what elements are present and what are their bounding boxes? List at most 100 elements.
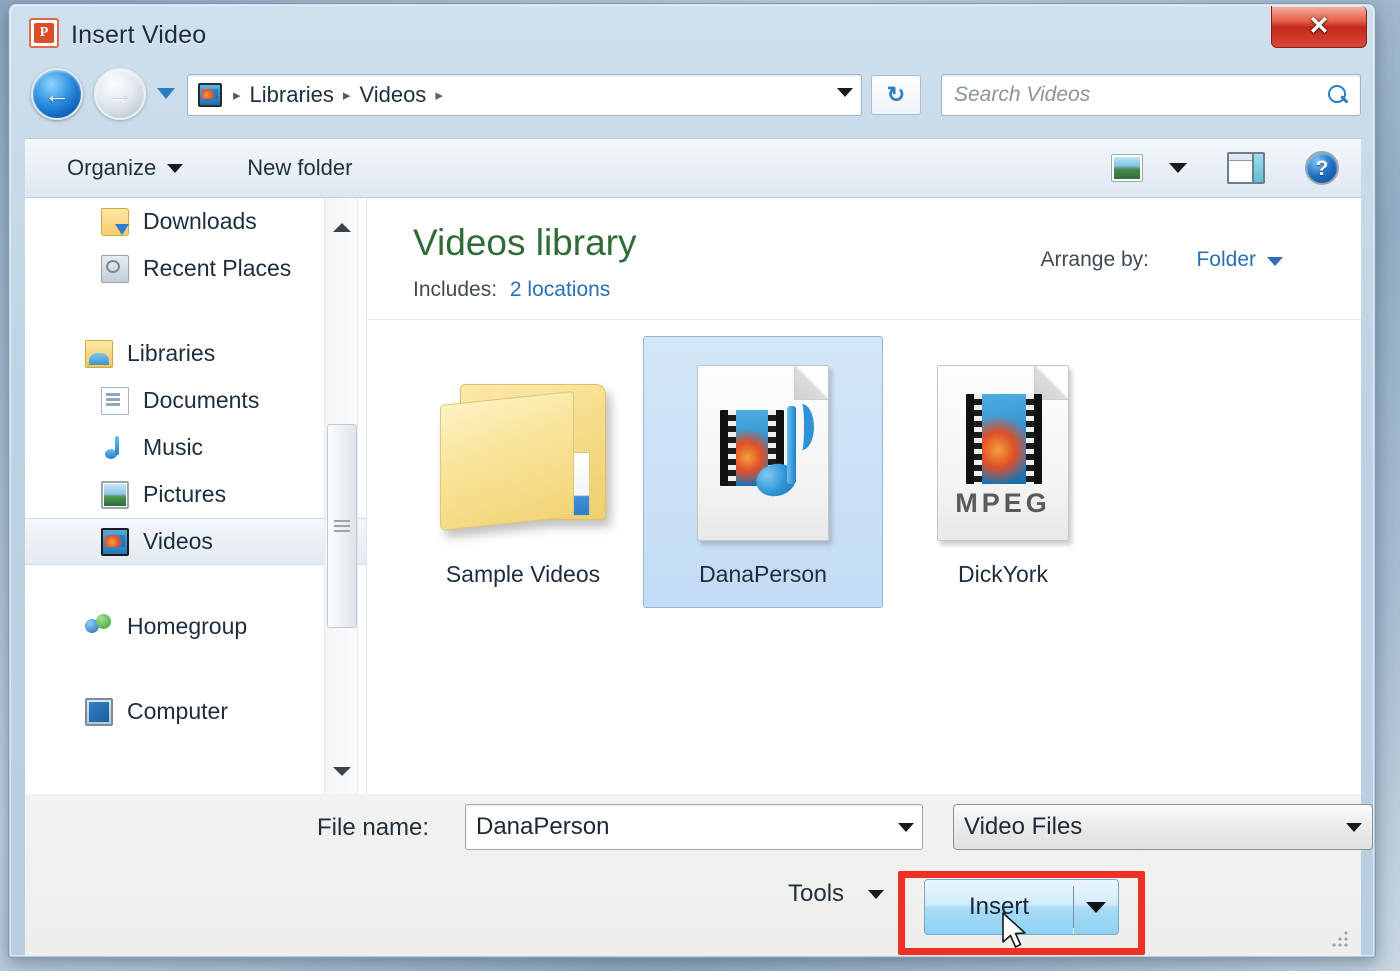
filename-input[interactable] bbox=[474, 812, 892, 842]
insert-button-main[interactable]: Insert bbox=[925, 880, 1073, 934]
mpeg-file-icon: MPEG bbox=[937, 365, 1069, 541]
film-strip-icon bbox=[966, 394, 1042, 484]
address-bar-row: ← → ▸ Libraries ▸ Videos ▸ ↻ bbox=[9, 62, 1375, 138]
filename-chevron-down-icon[interactable] bbox=[898, 822, 914, 832]
file-item-label: Sample Videos bbox=[445, 561, 601, 587]
filetype-select[interactable]: Video Files bbox=[953, 804, 1373, 850]
recent-pages-chevron-down-icon[interactable] bbox=[157, 88, 175, 99]
sidebar-item-computer[interactable]: Computer bbox=[25, 688, 366, 735]
folder-icon bbox=[440, 378, 606, 532]
organize-button[interactable]: Organize bbox=[67, 155, 184, 181]
search-icon[interactable] bbox=[1326, 83, 1350, 107]
tools-button[interactable]: Tools bbox=[788, 880, 885, 908]
sidebar-item-label: Recent Places bbox=[143, 255, 292, 281]
sidebar-item-music[interactable]: Music bbox=[25, 424, 366, 471]
includes-row: Includes: 2 locations bbox=[413, 278, 610, 302]
libraries-icon bbox=[85, 339, 113, 368]
preview-pane-icon[interactable] bbox=[1227, 152, 1265, 184]
forward-arrow-icon: → bbox=[107, 79, 133, 109]
dialog-body: Downloads Recent Places Libraries Docume… bbox=[25, 198, 1361, 794]
insert-button[interactable]: Insert bbox=[924, 879, 1119, 935]
page-title: Videos library bbox=[413, 222, 637, 263]
insert-chevron-down-icon bbox=[1086, 901, 1106, 913]
sidebar-item-label: Libraries bbox=[127, 340, 216, 366]
scroll-down-arrow-icon bbox=[333, 766, 351, 776]
search-input[interactable] bbox=[952, 82, 1326, 108]
tools-label: Tools bbox=[788, 880, 845, 907]
sidebar-item-downloads[interactable]: Downloads bbox=[25, 198, 366, 245]
search-box[interactable] bbox=[941, 74, 1361, 116]
scroll-down-button[interactable] bbox=[325, 754, 359, 788]
close-button[interactable]: ✕ bbox=[1271, 6, 1367, 48]
sidebar-item-label: Computer bbox=[127, 698, 228, 724]
downloads-folder-icon bbox=[101, 207, 129, 236]
sidebar-item-pictures[interactable]: Pictures bbox=[25, 471, 366, 518]
toolbar-right-group: ? bbox=[1111, 151, 1361, 185]
sidebar-item-label: Music bbox=[143, 434, 204, 460]
arrange-by-chevron-down-icon[interactable] bbox=[1267, 257, 1283, 266]
title-bar: P Insert Video ✕ bbox=[9, 4, 1375, 62]
close-icon: ✕ bbox=[1308, 12, 1330, 40]
scrollbar-grip-icon bbox=[334, 520, 350, 532]
window-title: Insert Video bbox=[71, 21, 207, 49]
filetype-chevron-down-icon bbox=[1346, 822, 1362, 832]
filetype-value: Video Files bbox=[964, 813, 1083, 840]
forward-button[interactable]: → bbox=[94, 68, 146, 120]
file-grid: Sample Videos DanaPerson MPEG DickYork bbox=[403, 336, 1123, 608]
navigation-pane: Downloads Recent Places Libraries Docume… bbox=[25, 198, 367, 794]
filename-field[interactable] bbox=[465, 804, 923, 850]
scrollbar-thumb[interactable] bbox=[327, 424, 357, 628]
scroll-up-button[interactable] bbox=[325, 210, 359, 244]
videos-library-icon bbox=[198, 83, 222, 107]
insert-dropdown-button[interactable] bbox=[1074, 880, 1118, 934]
sidebar-item-recent-places[interactable]: Recent Places bbox=[25, 245, 366, 292]
organize-label: Organize bbox=[67, 155, 157, 180]
breadcrumb[interactable]: ▸ Libraries ▸ Videos ▸ bbox=[187, 74, 862, 116]
view-chevron-down-icon[interactable] bbox=[1169, 163, 1187, 173]
view-picture-icon[interactable] bbox=[1111, 154, 1143, 182]
resize-grip-icon[interactable] bbox=[1331, 930, 1351, 950]
file-item-danaperson[interactable]: DanaPerson bbox=[643, 336, 883, 608]
music-note-icon bbox=[752, 404, 814, 501]
includes-locations-link[interactable]: 2 locations bbox=[510, 278, 610, 301]
sidebar-item-label: Videos bbox=[143, 528, 213, 554]
breadcrumb-separator-2: ▸ bbox=[435, 87, 443, 104]
refresh-button[interactable]: ↻ bbox=[871, 75, 921, 115]
breadcrumb-separator-1: ▸ bbox=[342, 87, 351, 104]
new-folder-button[interactable]: New folder bbox=[247, 155, 352, 181]
page-fold-corner bbox=[794, 366, 828, 400]
insert-label: Insert bbox=[968, 893, 1030, 920]
video-file-icon bbox=[697, 365, 829, 541]
navigation-pane-scrollbar[interactable] bbox=[324, 198, 358, 794]
arrange-by-value[interactable]: Folder bbox=[1196, 248, 1256, 272]
file-item-dickyork[interactable]: MPEG DickYork bbox=[883, 336, 1123, 608]
sidebar-item-label: Homegroup bbox=[127, 613, 248, 639]
back-button[interactable]: ← bbox=[31, 68, 83, 120]
sidebar-item-documents[interactable]: Documents bbox=[25, 377, 366, 424]
powerpoint-icon: P bbox=[29, 18, 59, 48]
sidebar-item-label: Downloads bbox=[143, 208, 257, 234]
sidebar-item-videos[interactable]: Videos bbox=[25, 518, 366, 565]
documents-icon bbox=[101, 386, 129, 415]
recent-places-icon bbox=[101, 254, 129, 283]
file-thumbnail bbox=[668, 349, 858, 557]
insert-video-dialog: P Insert Video ✕ ← → ▸ Libraries ▸ Video… bbox=[8, 3, 1376, 958]
pictures-icon bbox=[101, 480, 129, 509]
refresh-icon: ↻ bbox=[886, 82, 906, 107]
breadcrumb-item-libraries[interactable]: Libraries bbox=[246, 80, 338, 110]
sidebar-item-homegroup[interactable]: Homegroup bbox=[25, 603, 366, 650]
breadcrumb-separator-0: ▸ bbox=[233, 87, 241, 104]
breadcrumb-item-videos[interactable]: Videos bbox=[355, 80, 430, 110]
homegroup-icon bbox=[85, 613, 113, 641]
includes-label: Includes: bbox=[413, 278, 498, 301]
videos-icon bbox=[101, 527, 129, 556]
music-icon bbox=[101, 434, 129, 462]
breadcrumb-chevron-down-icon[interactable] bbox=[837, 88, 853, 97]
computer-icon bbox=[85, 697, 113, 726]
file-item-sample-videos[interactable]: Sample Videos bbox=[403, 336, 643, 608]
sidebar-item-libraries[interactable]: Libraries bbox=[25, 330, 366, 377]
help-button[interactable]: ? bbox=[1305, 151, 1339, 185]
